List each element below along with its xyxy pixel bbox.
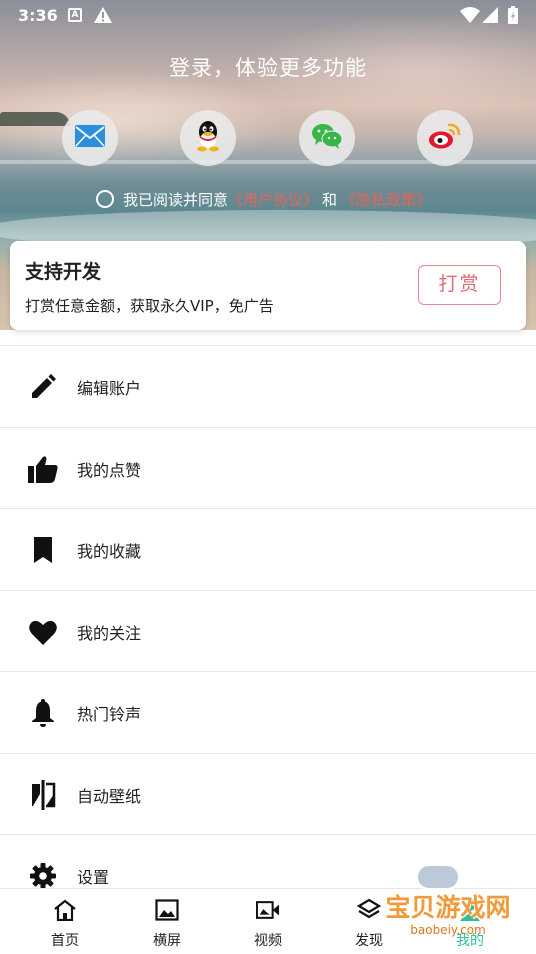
nav-label: 横屏 (153, 933, 181, 949)
bell-icon (28, 698, 58, 728)
nav-label: 首页 (51, 933, 79, 949)
status-bar: 3:36 A (0, 0, 536, 32)
menu-item-hot-ringtones[interactable]: 热门铃声 (0, 672, 536, 754)
signal-icon (482, 7, 498, 27)
tip-button[interactable]: 打赏 (418, 265, 501, 305)
email-login-button[interactable] (62, 110, 118, 166)
image-icon (155, 898, 179, 922)
agreement-row: 我已阅读并同意 《用户协议》 和 《隐私政策》 (96, 188, 431, 210)
menu-item-label: 设置 (77, 868, 110, 887)
menu-item-my-favorites[interactable]: 我的收藏 (0, 509, 536, 591)
watermark-text: 宝贝游戏网 (385, 893, 511, 922)
menu-item-label: 热门铃声 (77, 705, 142, 724)
nav-landscape[interactable]: 横屏 (117, 889, 217, 954)
background-trees (0, 112, 70, 126)
agree-radio[interactable] (96, 190, 114, 208)
weibo-login-button[interactable] (417, 110, 473, 166)
gear-icon (28, 861, 58, 891)
menu-item-label: 编辑账户 (77, 379, 142, 398)
menu-item-label: 我的收藏 (77, 542, 142, 561)
menu-item-label: 自动壁纸 (77, 786, 142, 806)
login-title: 登录，体验更多功能 (169, 56, 367, 80)
menu-item-label: 我的关注 (77, 623, 142, 643)
a-icon: A (68, 8, 82, 22)
support-subtitle: 打赏任意金额，获取永久VIP，免广告 (25, 297, 274, 315)
menu-item-my-likes[interactable]: 我的点赞 (0, 428, 536, 509)
home-icon (53, 898, 77, 922)
nav-label: 视频 (254, 933, 282, 949)
agreement-and: 和 (322, 190, 338, 209)
battery-icon (508, 6, 518, 28)
agreement-prefix: 我已阅读并同意 (123, 190, 229, 209)
gamepad-icon (416, 864, 460, 890)
support-card: 支持开发 打赏任意金额，获取永久VIP，免广告 打赏 (10, 241, 526, 330)
menu-item-auto-wallpaper[interactable]: 自动壁纸 (0, 754, 536, 835)
wechat-icon (311, 122, 343, 154)
support-title: 支持开发 (25, 261, 102, 283)
heart-icon (28, 617, 58, 647)
qq-login-button[interactable] (180, 110, 236, 166)
menu-item-my-follows[interactable]: 我的关注 (0, 591, 536, 672)
qq-icon (194, 120, 222, 156)
nav-video[interactable]: 视频 (218, 889, 318, 954)
bookmark-icon (28, 535, 58, 565)
status-time: 3:36 (18, 6, 58, 25)
menu-item-edit-account[interactable]: 编辑账户 (0, 346, 536, 428)
watermark-logo: 宝贝游戏网 baobeiy.com (378, 860, 518, 950)
menu-item-label: 我的点赞 (77, 460, 142, 480)
email-icon (75, 125, 105, 151)
privacy-policy-link[interactable]: 《隐私政策》 (341, 189, 431, 210)
thumbs-up-icon (28, 454, 58, 484)
wechat-login-button[interactable] (299, 110, 355, 166)
warning-icon (94, 7, 112, 27)
wifi-icon (460, 7, 480, 27)
user-agreement-link[interactable]: 《用户协议》 (228, 189, 318, 210)
watermark-url: baobeiy.com (410, 923, 486, 937)
weibo-icon (428, 122, 462, 154)
pencil-icon (28, 372, 58, 402)
wallpaper-switch-icon (28, 779, 58, 810)
nav-home[interactable]: 首页 (15, 889, 115, 954)
video-icon (256, 898, 280, 922)
settings-menu: 编辑账户 我的点赞 我的收藏 我的关注 热门铃声 自动壁纸 设置 (0, 345, 536, 917)
